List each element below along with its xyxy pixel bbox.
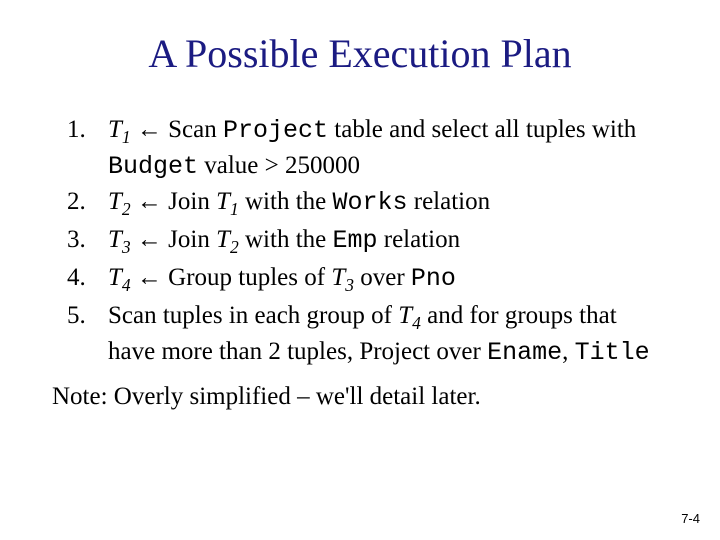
page-number: 7-4 [681,511,700,526]
arrow-icon: ← [137,187,162,215]
text: relation [408,188,491,215]
code-title: Title [575,338,650,367]
step-3: T3 ← Join T2 with the Emp relation [92,223,668,259]
arrow-icon: ← [137,263,162,291]
var-t2: T2 [108,188,131,215]
text: relation [378,226,461,253]
text: with the [239,188,333,215]
text: with the [239,226,333,253]
text: Join [162,188,216,215]
var-t1: T1 [108,116,131,143]
code-emp: Emp [333,226,378,255]
var-t1-ref: T1 [216,188,239,215]
arrow-icon: ← [137,225,162,253]
step-1: T1 ← Scan Project table and select all t… [92,113,668,183]
var-t4: T4 [108,264,131,291]
text: Scan [162,116,223,143]
code-works: Works [333,188,408,217]
var-t2-ref: T2 [216,226,239,253]
step-4: T4 ← Group tuples of T3 over Pno [92,261,668,297]
slide-title: A Possible Execution Plan [52,30,668,77]
code-ename: Ename [487,338,562,367]
text: Group tuples of [162,264,331,291]
step-2: T2 ← Join T1 with the Works relation [92,185,668,221]
steps-list: T1 ← Scan Project table and select all t… [52,113,668,369]
text: Scan tuples in each group of [108,302,398,329]
text: Join [162,226,216,253]
var-t3-ref: T3 [331,264,354,291]
text: table and select all tuples with [328,116,636,143]
text: , [562,338,575,365]
text: value > 250000 [198,152,360,179]
step-5: Scan tuples in each group of T4 and for … [92,299,668,369]
arrow-icon: ← [137,115,162,143]
code-pno: Pno [411,264,456,293]
var-t4-ref: T4 [398,302,421,329]
var-t3: T3 [108,226,131,253]
code-project: Project [223,116,328,145]
text: over [354,264,411,291]
slide: { "title": "A Possible Execution Plan", … [0,0,720,540]
code-budget: Budget [108,152,198,181]
note-text: Note: Overly simplified – we'll detail l… [52,383,668,411]
